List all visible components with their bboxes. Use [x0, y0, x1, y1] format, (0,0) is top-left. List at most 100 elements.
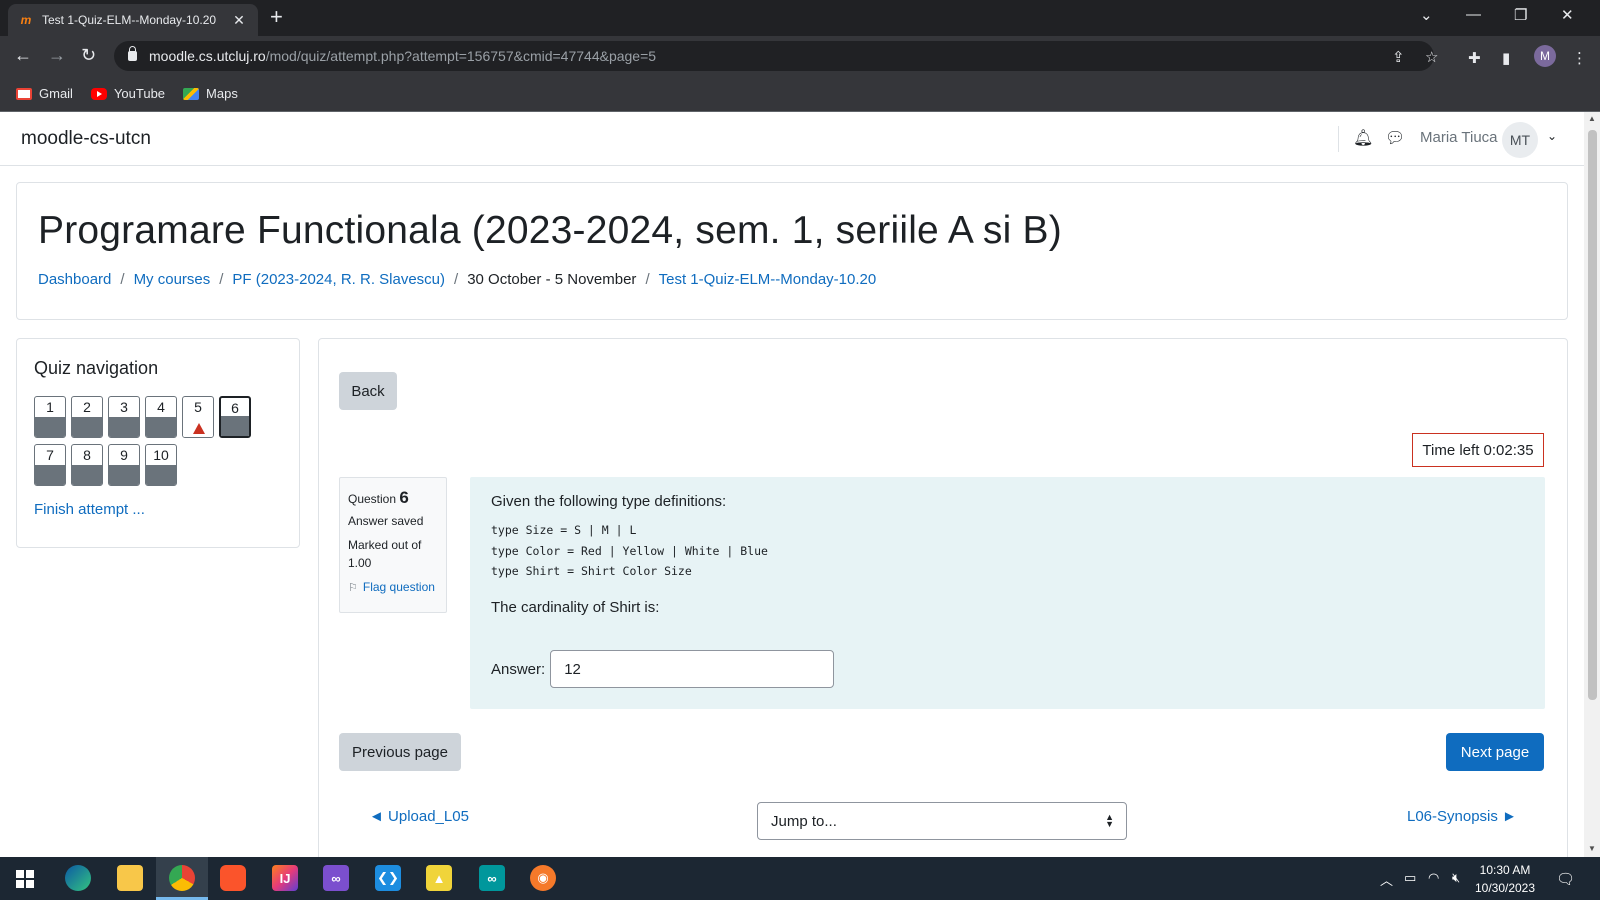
window-close-icon[interactable]: ✕: [1561, 6, 1574, 24]
quiz-nav-question-5[interactable]: 5: [182, 396, 214, 438]
breadcrumb-separator: /: [219, 271, 224, 288]
browser-tab[interactable]: m Test 1-Quiz-ELM--Monday-10.20 ✕: [8, 4, 258, 36]
breadcrumb-my-courses[interactable]: My courses: [134, 271, 211, 288]
bookmark-maps[interactable]: Maps: [183, 86, 238, 101]
scrollbar-thumb[interactable]: [1588, 130, 1597, 700]
flagged-indicator: [183, 417, 213, 437]
quiz-nav-question-2[interactable]: 2: [71, 396, 103, 438]
system-clock[interactable]: 10:30 AM 10/30/2023: [1470, 861, 1540, 897]
tab-close-icon[interactable]: ✕: [230, 12, 248, 29]
maps-icon: [183, 87, 200, 100]
tab-search-icon[interactable]: ⌄: [1420, 6, 1433, 24]
tray-overflow-icon[interactable]: ︿: [1380, 870, 1393, 889]
clock-date: 10/30/2023: [1474, 881, 1536, 895]
speaker-mute-icon[interactable]: 🔇︎: [1452, 870, 1460, 886]
app-triangle-icon[interactable]: ▲: [426, 865, 452, 891]
visual-studio-icon[interactable]: ∞: [323, 865, 349, 891]
reload-icon[interactable]: ↻: [81, 46, 96, 64]
minimize-icon[interactable]: —: [1466, 6, 1481, 23]
browser-menu-icon[interactable]: ⋮: [1572, 49, 1587, 67]
lock-icon[interactable]: [128, 46, 137, 61]
question-number: 1: [46, 399, 54, 415]
question-number: 6: [399, 488, 409, 507]
quiz-nav-question-4[interactable]: 4: [145, 396, 177, 438]
bookmark-gmail[interactable]: Gmail: [16, 86, 73, 101]
question-number: 9: [120, 447, 128, 463]
chrome-icon[interactable]: [169, 865, 195, 891]
messages-icon[interactable]: 💬︎: [1385, 128, 1405, 148]
answered-indicator: [221, 416, 249, 436]
quiz-nav-question-1[interactable]: 1: [34, 396, 66, 438]
wifi-icon[interactable]: ◠: [1428, 870, 1439, 886]
next-page-button[interactable]: Next page: [1446, 733, 1544, 771]
edge-icon[interactable]: [65, 865, 91, 891]
notifications-center-icon[interactable]: 🗨︎: [1556, 870, 1575, 888]
file-explorer-icon[interactable]: [117, 865, 143, 891]
back-arrow-icon[interactable]: ←: [14, 46, 32, 64]
quiz-nav-question-8[interactable]: 8: [71, 444, 103, 486]
blender-icon[interactable]: ◉: [530, 865, 556, 891]
url-path: /mod/quiz/attempt.php?attempt=156757&cmi…: [265, 48, 657, 64]
restore-icon[interactable]: ❐: [1514, 6, 1527, 24]
notifications-bell-icon[interactable]: 🔔︎: [1353, 128, 1373, 148]
question-number-label: Question 6: [348, 488, 438, 508]
question-number: 2: [83, 399, 91, 415]
quiz-nav-question-7[interactable]: 7: [34, 444, 66, 486]
windows-start-icon[interactable]: [16, 870, 34, 888]
vscode-icon[interactable]: ❮❯: [375, 865, 401, 891]
quiz-nav-question-9[interactable]: 9: [108, 444, 140, 486]
jump-to-select[interactable]: Jump to... ▲ ▼: [757, 802, 1127, 840]
answer-input[interactable]: [550, 650, 835, 688]
scroll-down-icon[interactable]: ▼: [1588, 844, 1596, 853]
question-intro: Given the following type definitions:: [491, 493, 727, 510]
previous-page-button[interactable]: Previous page: [339, 733, 461, 771]
extensions-icon[interactable]: ✚: [1468, 49, 1481, 67]
page-scrollbar[interactable]: ▲ ▼: [1584, 112, 1600, 857]
finish-attempt-link[interactable]: Finish attempt ...: [34, 501, 145, 518]
question-number: 8: [83, 447, 91, 463]
profile-avatar[interactable]: M: [1534, 45, 1556, 67]
quiz-nav-question-6[interactable]: 6: [219, 396, 251, 438]
intellij-icon[interactable]: IJ: [272, 865, 298, 891]
quiz-navigation-title: Quiz navigation: [34, 358, 159, 378]
chevron-down-icon[interactable]: ⌄: [1547, 129, 1557, 143]
site-name[interactable]: moodle-cs-utcn: [21, 128, 151, 150]
answer-label: Answer:: [491, 660, 546, 678]
clock-time: 10:30 AM: [1479, 863, 1531, 877]
battery-icon[interactable]: ▭: [1404, 870, 1416, 886]
bookmark-label: Gmail: [39, 86, 73, 101]
moodle-favicon-icon: m: [20, 13, 32, 27]
quiz-nav-question-3[interactable]: 3: [108, 396, 140, 438]
scroll-up-icon[interactable]: ▲: [1588, 114, 1596, 123]
share-icon[interactable]: ⇪: [1392, 48, 1405, 66]
flag-question-link[interactable]: ⚐ Flag question: [348, 580, 438, 594]
breadcrumb-dashboard[interactable]: Dashboard: [38, 271, 111, 288]
quiz-navigation-block: Quiz navigation 1 2 3 4 5 6 7 8 9 10 Fin…: [16, 338, 300, 548]
previous-activity-link[interactable]: ◄ Upload_L05: [369, 808, 469, 825]
url-bar[interactable]: moodle.cs.utcluj.ro /mod/quiz/attempt.ph…: [114, 41, 1438, 71]
bookmark-youtube[interactable]: YouTube: [90, 86, 165, 101]
question-info: Question 6 Answer saved Marked out of 1.…: [339, 477, 447, 613]
quiz-main-region: Back Time left 0:02:35 Question 6 Answer…: [318, 338, 1568, 857]
user-name[interactable]: Maria Tiuca: [1420, 129, 1498, 146]
next-activity-link[interactable]: L06-Synopsis ►: [1407, 808, 1517, 825]
question-number: 4: [157, 399, 165, 415]
breadcrumb-separator: /: [120, 271, 125, 288]
side-panel-icon[interactable]: ▮: [1502, 49, 1510, 67]
browser-tabbar: m Test 1-Quiz-ELM--Monday-10.20 ✕ + ⌄ — …: [0, 0, 1600, 36]
answered-indicator: [72, 465, 102, 485]
breadcrumb-course[interactable]: PF (2023-2024, R. R. Slavescu): [232, 271, 445, 288]
gmail-icon: [16, 87, 32, 100]
back-button[interactable]: Back: [339, 372, 397, 410]
user-avatar[interactable]: MT: [1502, 122, 1538, 158]
new-tab-button[interactable]: +: [270, 6, 283, 28]
bookmark-star-icon[interactable]: ☆: [1425, 48, 1438, 66]
warning-triangle-icon: [193, 423, 205, 434]
arduino-icon[interactable]: ∞: [479, 865, 505, 891]
breadcrumb-quiz[interactable]: Test 1-Quiz-ELM--Monday-10.20: [659, 271, 877, 288]
tab-title: Test 1-Quiz-ELM--Monday-10.20: [42, 13, 217, 27]
forward-arrow-icon[interactable]: →: [48, 46, 66, 64]
quiz-nav-question-10[interactable]: 10: [145, 444, 177, 486]
brave-icon[interactable]: [220, 865, 246, 891]
url-host: moodle.cs.utcluj.ro: [149, 48, 266, 64]
